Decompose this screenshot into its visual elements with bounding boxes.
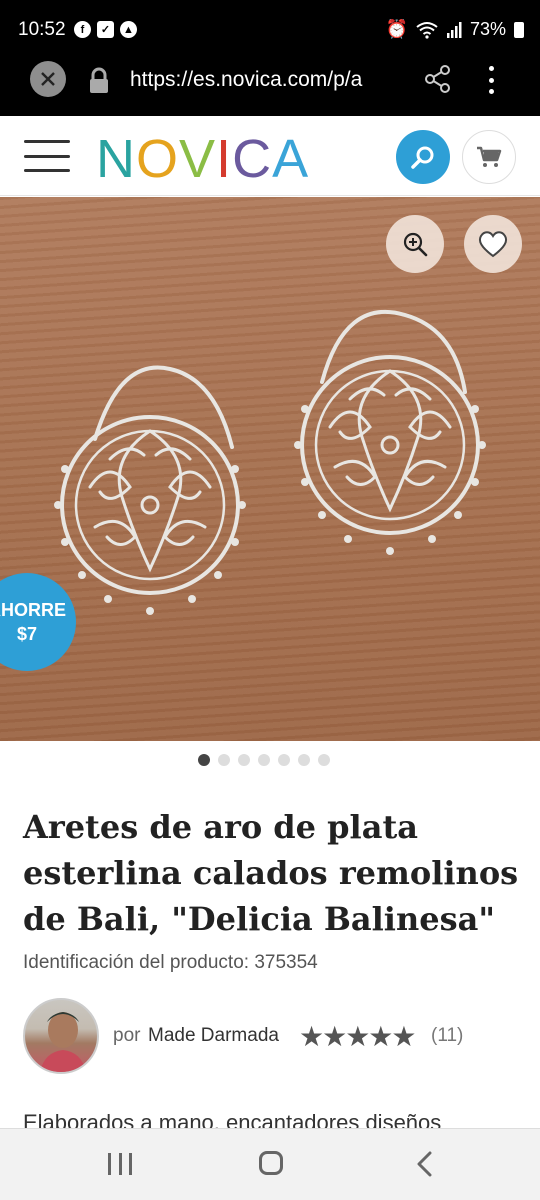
status-system-icons: ⏰ 73%	[386, 19, 524, 40]
carousel-dot[interactable]	[258, 754, 270, 766]
wifi-icon	[416, 21, 438, 39]
carousel-dot[interactable]	[318, 754, 330, 766]
status-notification-icons: f ✓ ▲	[74, 21, 137, 38]
product-id-label: Identificación del producto:	[23, 952, 250, 973]
carousel-dot[interactable]	[278, 754, 290, 766]
artisan-prefix: por	[113, 1025, 141, 1046]
browser-url-bar: https://es.novica.com/p/a	[0, 58, 540, 116]
share-icon[interactable]	[424, 64, 452, 94]
lock-icon	[90, 67, 108, 93]
product-id-value: 375354	[254, 952, 318, 973]
review-count[interactable]: (11)	[431, 1025, 463, 1047]
search-button[interactable]	[396, 130, 450, 184]
product-id: Identificación del producto: 375354	[23, 952, 318, 974]
carousel-dot[interactable]	[198, 754, 210, 766]
rating-stars[interactable]: ★★★★★	[299, 1020, 417, 1053]
menu-icon[interactable]	[24, 140, 70, 172]
system-nav-bar	[0, 1128, 540, 1200]
close-icon	[41, 72, 55, 86]
recent-apps-icon[interactable]	[108, 1153, 132, 1175]
artisan-name-link[interactable]: Made Darmada	[148, 1025, 279, 1047]
savings-amount: $7	[16, 624, 38, 644]
zoom-icon	[403, 232, 428, 257]
back-icon[interactable]	[414, 1151, 436, 1177]
facebook-icon: f	[74, 21, 91, 38]
earrings-image	[54, 309, 486, 615]
product-description: Elaborados a mano, encantadores diseños	[23, 1110, 442, 1128]
cart-icon	[477, 146, 502, 167]
favorite-button[interactable]	[464, 215, 522, 273]
alarm-icon: ⏰	[385, 19, 408, 39]
heart-icon	[478, 231, 508, 258]
site-header: NOVICA	[0, 116, 540, 196]
url-text[interactable]: https://es.novica.com/p/a	[130, 68, 402, 92]
carousel-dot[interactable]	[238, 754, 250, 766]
check-icon: ✓	[97, 21, 114, 38]
carousel-dot[interactable]	[218, 754, 230, 766]
app-icon: ▲	[120, 21, 137, 38]
home-icon[interactable]	[259, 1151, 283, 1175]
artisan-row: por Made Darmada ★★★★★ (11)	[23, 998, 523, 1074]
search-icon	[411, 146, 434, 169]
battery-icon	[514, 21, 524, 38]
zoom-button[interactable]	[386, 215, 444, 273]
product-title: Aretes de aro de plata esterlina calados…	[23, 808, 519, 938]
battery-percent: 73%	[469, 19, 506, 39]
status-bar: 10:52 f ✓ ▲ ⏰ 73%	[0, 0, 540, 58]
close-tab-button[interactable]	[30, 61, 66, 97]
cart-button[interactable]	[462, 130, 516, 184]
carousel-dot[interactable]	[298, 754, 310, 766]
savings-label: AHORRE	[0, 600, 66, 620]
carousel-dots	[0, 754, 540, 766]
more-icon[interactable]	[486, 66, 496, 94]
signal-icon	[446, 21, 462, 38]
avatar[interactable]	[23, 998, 99, 1074]
novica-logo[interactable]: NOVICA	[96, 128, 309, 190]
status-time: 10:52	[18, 19, 66, 40]
product-image[interactable]: AHORRE $7	[0, 197, 540, 741]
